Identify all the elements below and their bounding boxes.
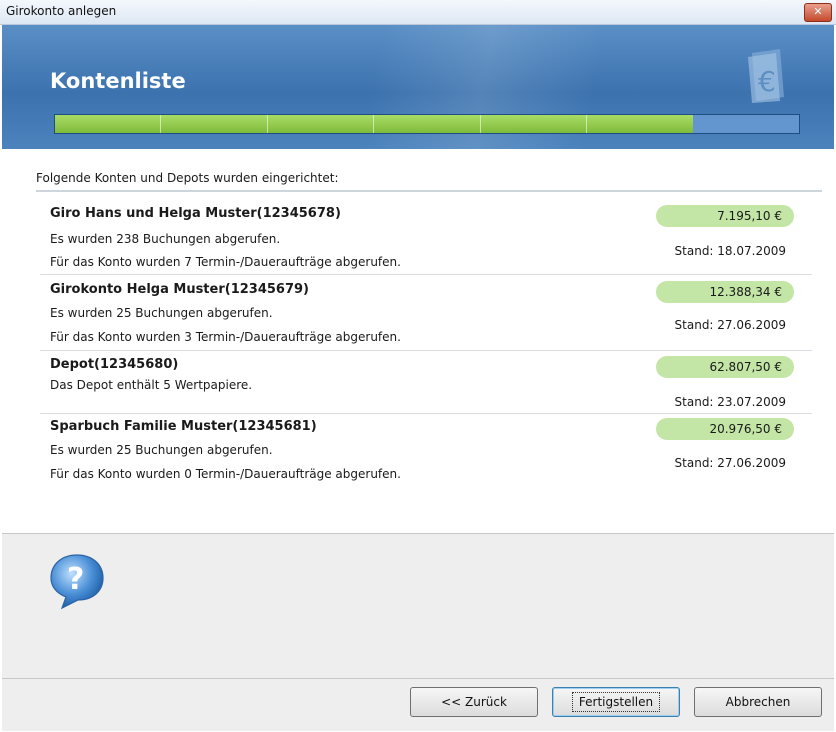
progress-segment (481, 115, 588, 133)
finish-button[interactable]: Fertigstellen (552, 687, 680, 717)
back-button-label: << Zurück (441, 695, 507, 709)
dialog-window: Girokonto anlegen ✕ Kontenliste € Folgen… (0, 0, 836, 732)
title-bar[interactable]: Girokonto anlegen ✕ (0, 0, 836, 25)
account-date: Stand: 27.06.2009 (674, 456, 786, 470)
account-balance: 20.976,50 € (656, 418, 794, 440)
cancel-button[interactable]: Abbrechen (694, 687, 822, 717)
intro-text-row: Folgende Konten und Depots wurden einger… (36, 171, 822, 192)
progress-segment (268, 115, 375, 133)
euro-document-icon: € (748, 49, 784, 103)
account-info-line: Für das Konto wurden 7 Termin-/Dauerauft… (50, 255, 401, 269)
progress-segment (161, 115, 268, 133)
account-info-line: Es wurden 25 Buchungen abgerufen. (50, 306, 273, 320)
account-name: Giro Hans und Helga Muster(12345678) (50, 206, 341, 221)
account-info-line: Es wurden 25 Buchungen abgerufen. (50, 443, 273, 457)
svg-text:€: € (758, 65, 776, 98)
help-question-icon[interactable]: ? (48, 552, 106, 610)
account-info-line: Für das Konto wurden 0 Termin-/Dauerauft… (50, 467, 401, 481)
account-info-line: Das Depot enthält 5 Wertpapiere. (50, 378, 253, 392)
progress-fill (55, 115, 693, 133)
progress-segment (374, 115, 481, 133)
page-title: Kontenliste (50, 69, 186, 93)
account-info-line: Für das Konto wurden 3 Termin-/Dauerauft… (50, 330, 401, 344)
progress-segment (587, 115, 692, 133)
account-balance: 12.388,34 € (656, 281, 794, 303)
cancel-button-label: Abbrechen (725, 695, 791, 709)
back-button[interactable]: << Zurück (410, 687, 538, 717)
svg-text:?: ? (67, 562, 84, 597)
account-name: Depot(12345680) (50, 357, 179, 372)
account-row: Depot(12345680) Das Depot enthält 5 Wert… (40, 351, 812, 414)
wizard-progress-bar (54, 114, 800, 134)
account-row: Sparbuch Familie Muster(12345681) Es wur… (40, 413, 812, 487)
intro-text: Folgende Konten und Depots wurden einger… (36, 171, 339, 185)
close-icon: ✕ (813, 5, 823, 18)
help-panel: ? (2, 533, 834, 679)
close-button[interactable]: ✕ (804, 3, 832, 22)
account-row: Giro Hans und Helga Muster(12345678) Es … (40, 200, 812, 275)
account-date: Stand: 18.07.2009 (674, 244, 786, 258)
window-title: Girokonto anlegen (6, 4, 117, 18)
button-bar: << Zurück Fertigstellen Abbrechen (2, 678, 834, 731)
account-name: Sparbuch Familie Muster(12345681) (50, 419, 317, 434)
account-balance: 7.195,10 € (656, 205, 794, 227)
account-date: Stand: 23.07.2009 (674, 395, 786, 409)
account-date: Stand: 27.06.2009 (674, 318, 786, 332)
wizard-banner: Kontenliste € (2, 25, 834, 149)
account-info-line: Es wurden 238 Buchungen abgerufen. (50, 232, 281, 246)
progress-segment (55, 115, 162, 133)
account-name: Girokonto Helga Muster(12345679) (50, 282, 309, 297)
account-row: Girokonto Helga Muster(12345679) Es wurd… (40, 276, 812, 351)
finish-button-label: Fertigstellen (571, 692, 661, 712)
account-balance: 62.807,50 € (656, 356, 794, 378)
